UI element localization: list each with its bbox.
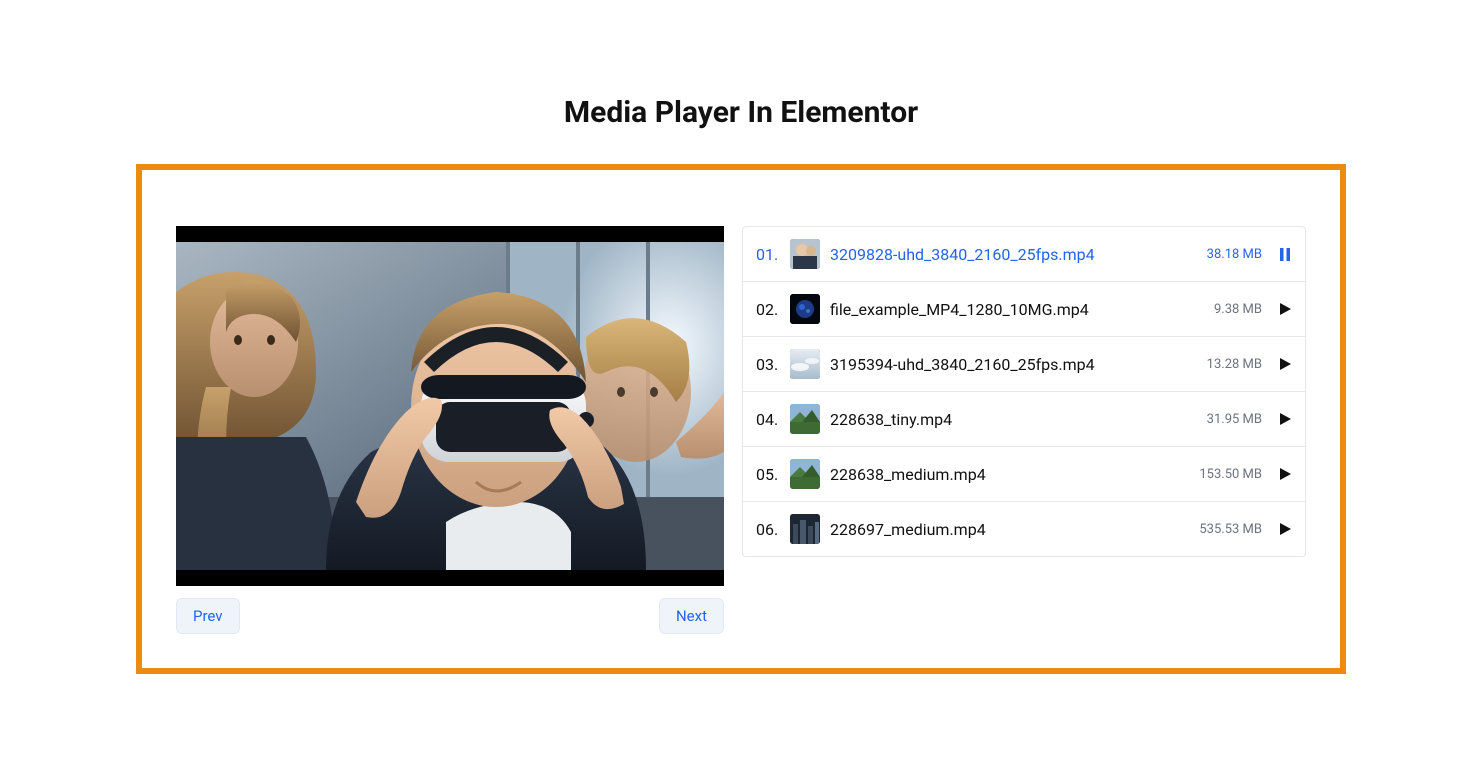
playlist-item[interactable]: 01. 3209828-uhd_3840_2160_25fps.mp4 38.18 … — [743, 227, 1305, 282]
page-title: Media Player In Elementor — [0, 95, 1482, 130]
playlist-item-name: 3209828-uhd_3840_2160_25fps.mp4 — [830, 245, 1191, 264]
pause-icon[interactable] — [1278, 248, 1292, 261]
playlist-item-thumbnail — [790, 294, 820, 324]
play-icon[interactable] — [1278, 523, 1292, 535]
playlist-item-index: 03. — [756, 355, 784, 374]
play-icon[interactable] — [1278, 303, 1292, 315]
playlist-item-name: 228638_medium.mp4 — [830, 465, 1183, 484]
playlist-item-name: 228697_medium.mp4 — [830, 520, 1183, 539]
playlist-item[interactable]: 02. file_example_MP4_1280_10MG.mp4 9.38 MB — [743, 282, 1305, 337]
prev-button[interactable]: Prev — [176, 598, 240, 634]
next-button[interactable]: Next — [659, 598, 724, 634]
playlist-item[interactable]: 03. 3195394-uhd_3840_2160_25fps.mp4 13.28 … — [743, 337, 1305, 392]
playlist-item-index: 04. — [756, 410, 784, 429]
video-player[interactable] — [176, 226, 724, 586]
play-icon[interactable] — [1278, 413, 1292, 425]
player-container: Prev Next 01. 3209828-uhd_3840_2160_25fps… — [136, 164, 1346, 674]
playlist-item-name: file_example_MP4_1280_10MG.mp4 — [830, 300, 1198, 319]
playlist-item-size: 13.28 MB — [1207, 357, 1262, 372]
playlist-item-index: 05. — [756, 465, 784, 484]
playlist-item-index: 06. — [756, 520, 784, 539]
playlist-item-thumbnail — [790, 404, 820, 434]
playlist-item-index: 01. — [756, 245, 784, 264]
playlist-item[interactable]: 06. 228697_medium.mp4 535.53 MB — [743, 502, 1305, 556]
playlist-item-name: 228638_tiny.mp4 — [830, 410, 1191, 429]
playlist-item[interactable]: 05. 228638_medium.mp4 153.50 MB — [743, 447, 1305, 502]
play-icon[interactable] — [1278, 468, 1292, 480]
playlist-item[interactable]: 04. 228638_tiny.mp4 31.95 MB — [743, 392, 1305, 447]
playlist-item-index: 02. — [756, 300, 784, 319]
playlist-item-thumbnail — [790, 239, 820, 269]
playlist-item-size: 535.53 MB — [1199, 522, 1262, 537]
play-icon[interactable] — [1278, 358, 1292, 370]
playlist-item-size: 153.50 MB — [1199, 467, 1262, 482]
playlist: 01. 3209828-uhd_3840_2160_25fps.mp4 38.18 … — [742, 226, 1306, 557]
playlist-item-size: 9.38 MB — [1214, 302, 1262, 317]
playlist-item-size: 31.95 MB — [1207, 412, 1262, 427]
playlist-item-thumbnail — [790, 349, 820, 379]
playlist-item-thumbnail — [790, 514, 820, 544]
playlist-item-size: 38.18 MB — [1207, 247, 1262, 262]
playlist-item-name: 3195394-uhd_3840_2160_25fps.mp4 — [830, 355, 1191, 374]
playlist-item-thumbnail — [790, 459, 820, 489]
video-frame — [176, 242, 724, 570]
